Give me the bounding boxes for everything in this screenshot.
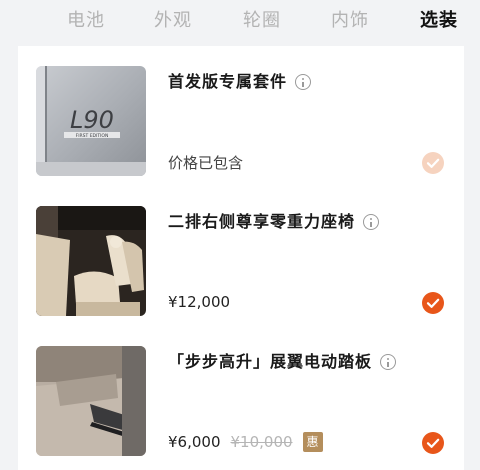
first-edition-badge-graphic: L90 FIRST EDITION [36, 66, 146, 176]
price-line: ¥12,000 [168, 290, 230, 314]
tab-battery[interactable]: 电池 [67, 9, 105, 33]
discount-badge: 惠 [302, 432, 323, 452]
info-icon[interactable] [295, 74, 312, 90]
option-item-electric-running-board[interactable]: 「步步高升」展翼电动踏板 ¥6,000 ¥10,000 惠 [18, 346, 464, 458]
seat-graphic [36, 206, 146, 316]
option-item-first-edition-kit[interactable]: L90 FIRST EDITION 首发版专属套件 价格已包含 [18, 66, 464, 178]
badge-text: L90 [70, 106, 114, 134]
zero-gravity-seat-image [36, 206, 146, 316]
electric-running-board-image [36, 346, 146, 456]
options-card: L90 FIRST EDITION 首发版专属套件 价格已包含 二排右侧尊享零重… [18, 46, 464, 470]
tab-options[interactable]: 选装 [420, 9, 458, 33]
running-board-graphic [36, 346, 146, 456]
price-line: 价格已包含 [168, 150, 243, 174]
tab-exterior[interactable]: 外观 [154, 9, 192, 33]
option-item-zero-gravity-seat[interactable]: 二排右侧尊享零重力座椅 ¥12,000 [18, 206, 464, 318]
original-price-text: ¥10,000 [230, 433, 293, 451]
option-title: 「步步高升」展翼电动踏板 [168, 350, 397, 374]
price-text: 价格已包含 [168, 153, 244, 172]
option-tabs: 电池 外观 轮圈 内饰 选装 [0, 0, 480, 44]
info-icon[interactable] [380, 354, 397, 370]
tab-interior[interactable]: 内饰 [331, 9, 369, 33]
price-text: ¥6,000 [168, 433, 221, 451]
option-title: 首发版专属套件 [168, 70, 312, 94]
price-line: ¥6,000 ¥10,000 惠 [168, 430, 323, 454]
option-title: 二排右侧尊享零重力座椅 [168, 210, 380, 234]
selected-check-icon[interactable] [422, 432, 444, 454]
price-text: ¥12,000 [168, 293, 231, 311]
first-edition-kit-image: L90 FIRST EDITION [36, 66, 146, 176]
info-icon[interactable] [363, 214, 380, 230]
selected-check-icon[interactable] [422, 152, 444, 174]
tab-wheels[interactable]: 轮圈 [243, 9, 281, 33]
badge-subtext: FIRST EDITION [76, 133, 109, 139]
selected-check-icon[interactable] [422, 292, 444, 314]
